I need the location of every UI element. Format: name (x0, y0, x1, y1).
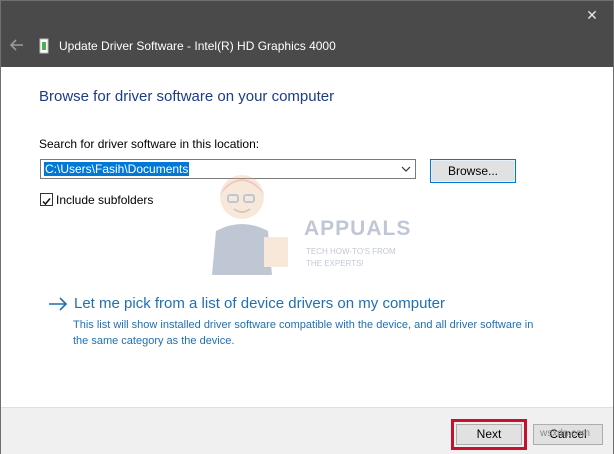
back-arrow-icon[interactable] (7, 37, 27, 57)
window-title: Update Driver Software - Intel(R) HD Gra… (59, 39, 336, 53)
site-watermark: wsxdn.com (540, 428, 591, 439)
pick-from-list-option[interactable]: Let me pick from a list of device driver… (47, 295, 547, 365)
dialog-footer: Next Cancel (1, 407, 613, 454)
watermark-tagline-2: THE EXPERTS! (306, 259, 364, 268)
right-arrow-icon (47, 296, 69, 312)
appuals-watermark: APPUALS TECH HOW-TO'S FROM THE EXPERTS! (206, 167, 416, 277)
browse-button[interactable]: Browse... (430, 159, 516, 183)
back-arrow-icon-graphic (9, 39, 23, 51)
close-icon[interactable]: ✕ (581, 5, 603, 25)
device-icon (39, 38, 49, 54)
update-driver-window: Update Driver Software - Intel(R) HD Gra… (0, 0, 614, 454)
watermark-brand: APPUALS (304, 217, 412, 240)
title-bar: Update Driver Software - Intel(R) HD Gra… (1, 1, 613, 67)
next-button[interactable]: Next (451, 419, 527, 450)
checkmark-icon (42, 198, 51, 206)
include-subfolders-label[interactable]: Include subfolders (56, 193, 153, 207)
dialog-content: Browse for driver software on your compu… (1, 67, 613, 407)
page-heading: Browse for driver software on your compu… (39, 88, 335, 105)
pick-from-list-title[interactable]: Let me pick from a list of device driver… (74, 295, 445, 312)
mascot-icon (212, 175, 288, 275)
path-input-value[interactable]: C:\Users\Fasih\Documents (44, 162, 190, 176)
pick-from-list-description: This list will show installed driver sof… (73, 319, 534, 347)
watermark-tagline-1: TECH HOW-TO'S FROM (306, 247, 396, 256)
include-subfolders-checkbox[interactable] (40, 193, 53, 206)
search-location-label: Search for driver software in this locat… (39, 137, 260, 151)
